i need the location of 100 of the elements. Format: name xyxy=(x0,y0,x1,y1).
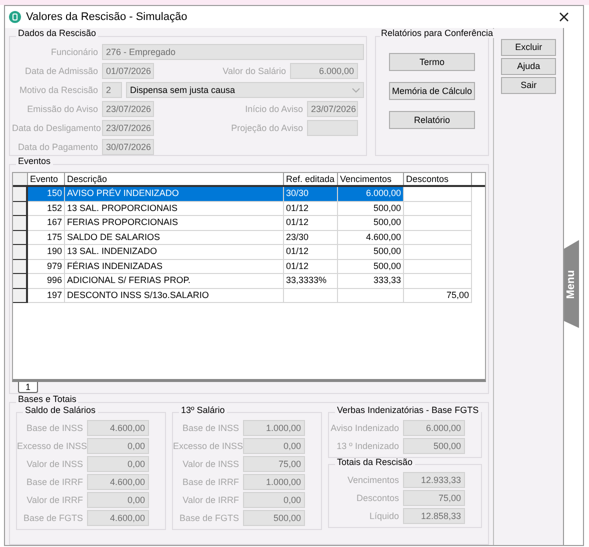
table-cell: 4.600,00 xyxy=(338,230,404,245)
column-header[interactable]: Evento xyxy=(28,173,65,185)
read-only-field[interactable]: 276 - Empregado xyxy=(102,44,364,60)
read-only-field[interactable]: 4.600,00 xyxy=(87,474,149,490)
action-button[interactable]: Ajuda xyxy=(501,58,556,75)
table-cell: FÉRIAS INDENIZADAS xyxy=(65,260,284,274)
field-label: Valor de IRRF xyxy=(182,496,239,504)
row-header xyxy=(13,260,28,274)
read-only-field[interactable]: 4.600,00 xyxy=(87,420,149,436)
read-only-field[interactable]: 0,00 xyxy=(87,438,149,454)
read-only-field[interactable]: 01/07/2026 xyxy=(102,63,154,79)
action-button[interactable]: Excluir xyxy=(501,39,556,56)
table-row[interactable]: 167 FERIAS PROPORCIONAIS 01/12 500,00 xyxy=(13,216,486,230)
read-only-field[interactable]: 2 xyxy=(102,82,122,98)
field-label: Base de INSS xyxy=(181,424,239,432)
report-button[interactable]: Termo xyxy=(389,53,475,71)
read-only-field[interactable]: 0,00 xyxy=(87,492,149,508)
column-header[interactable]: Descontos xyxy=(404,173,472,185)
read-only-field[interactable]: 1.000,00 xyxy=(243,474,305,490)
column-header[interactable]: Descrição xyxy=(65,173,284,185)
table-cell xyxy=(404,274,472,288)
table-cell xyxy=(338,288,404,303)
table-cell: 01/12 xyxy=(284,202,338,216)
table-cell: 190 xyxy=(28,245,65,260)
column-header[interactable]: Ref. editada xyxy=(284,173,338,185)
table-cell xyxy=(404,187,472,202)
table-cell: 167 xyxy=(28,216,65,230)
group-title: Saldo de Salários xyxy=(23,406,98,415)
menu-tab[interactable]: Menu xyxy=(564,240,580,328)
row-header xyxy=(13,230,28,245)
field-label: Data do Pagamento xyxy=(16,142,98,152)
read-only-field[interactable]: 0,00 xyxy=(243,492,305,508)
read-only-field[interactable]: 12.858,33 xyxy=(403,508,465,524)
group-title: Relatórios para Conferência xyxy=(380,29,494,38)
table-row[interactable]: 197 DESCONTO INSS S/13o.SALARIO 75,00 xyxy=(13,288,486,303)
read-only-field[interactable]: 1.000,00 xyxy=(243,420,305,436)
table-cell: 01/12 xyxy=(284,245,338,260)
column-header[interactable]: Vencimentos xyxy=(338,173,404,185)
window-title: Valores da Rescisão - Simulação xyxy=(26,12,188,22)
close-icon[interactable] xyxy=(559,12,569,22)
group-title: Bases e Totais xyxy=(16,395,78,404)
read-only-field[interactable]: 23/07/2026 xyxy=(102,120,154,136)
read-only-field[interactable]: 4.600,00 xyxy=(87,510,149,526)
group-title: 13º Salário xyxy=(179,406,227,415)
read-only-field[interactable] xyxy=(307,120,358,136)
field-label: Valor de IRRF xyxy=(26,496,83,504)
read-only-field[interactable]: 12.933,33 xyxy=(403,472,465,488)
table-row[interactable]: 175 SALDO DE SALARIOS 23/30 4.600,00 xyxy=(13,230,486,245)
field-label: Base de FGTS xyxy=(178,514,239,522)
table-cell xyxy=(404,202,472,216)
row-header xyxy=(13,245,28,260)
group-title: Totais da Rescisão xyxy=(335,458,415,467)
field-label: Projeção do Aviso xyxy=(230,124,303,132)
table-cell: ADICIONAL S/ FERIAS PROP. xyxy=(65,274,284,288)
table-cell: 500,00 xyxy=(338,260,404,274)
table-row[interactable]: 152 13 SAL. PROPORCIONAIS 01/12 500,00 xyxy=(13,202,486,216)
table-cell: 6.000,00 xyxy=(338,187,404,202)
field-label: Aviso Indenizado xyxy=(330,424,399,432)
group-title: Dados da Rescisão xyxy=(16,29,98,38)
read-only-field[interactable]: 30/07/2026 xyxy=(102,139,154,155)
field-label: Base de IRRF xyxy=(25,478,83,486)
read-only-field[interactable]: 23/07/2026 xyxy=(102,101,154,117)
table-cell: 197 xyxy=(28,288,65,303)
table-cell: AVISO PRÉV INDENIZADO xyxy=(65,187,284,202)
table-cell: 996 xyxy=(28,274,65,288)
read-only-field[interactable]: 6.000,00 xyxy=(290,63,358,79)
table-cell xyxy=(284,288,338,303)
report-button[interactable]: Relatório xyxy=(389,111,475,129)
read-only-field[interactable]: 6.000,00 xyxy=(403,420,465,436)
page-tab[interactable]: 1 xyxy=(18,382,38,393)
table-cell: 333,33 xyxy=(338,274,404,288)
row-header xyxy=(13,288,28,303)
row-header xyxy=(13,216,28,230)
read-only-field[interactable]: 0,00 xyxy=(243,438,305,454)
report-button[interactable]: Memória de Cálculo xyxy=(389,82,475,100)
field-label: Base de IRRF xyxy=(181,478,239,486)
table-cell: 01/12 xyxy=(284,260,338,274)
read-only-field[interactable]: 23/07/2026 xyxy=(307,101,358,117)
field-label: Descontos xyxy=(355,494,399,502)
table-row[interactable]: 979 FÉRIAS INDENIZADAS 01/12 500,00 xyxy=(13,260,486,274)
table-cell: 500,00 xyxy=(338,245,404,260)
table-row[interactable]: 190 13 SAL. INDENIZADO 01/12 500,00 xyxy=(13,245,486,260)
read-only-field[interactable]: 0,00 xyxy=(87,456,149,472)
group-title: Verbas Indenizatórias - Base FGTS xyxy=(335,406,481,415)
read-only-field[interactable]: 75,00 xyxy=(243,456,305,472)
read-only-field[interactable]: 75,00 xyxy=(403,490,465,506)
field-label: Valor de INSS xyxy=(26,460,83,468)
table-row[interactable]: 996 ADICIONAL S/ FERIAS PROP. 33,3333% 333,33 xyxy=(13,274,486,288)
field-label: Início do Aviso xyxy=(244,104,303,114)
field-label: Vencimentos xyxy=(346,476,399,484)
chevron-down-icon xyxy=(352,88,360,92)
table-cell: 75,00 xyxy=(404,288,472,303)
read-only-field[interactable]: 500,00 xyxy=(243,510,305,526)
field-label: 13 º Indenizado xyxy=(336,442,399,450)
action-button[interactable]: Sair xyxy=(501,77,556,94)
dropdown[interactable]: Dispensa sem justa causa xyxy=(126,82,364,98)
read-only-field[interactable]: 500,00 xyxy=(403,438,465,454)
table-row[interactable]: 150 AVISO PRÉV INDENIZADO 30/30 6.000,00 xyxy=(13,187,486,202)
row-header xyxy=(13,274,28,288)
field-label: Líquido xyxy=(368,512,399,520)
